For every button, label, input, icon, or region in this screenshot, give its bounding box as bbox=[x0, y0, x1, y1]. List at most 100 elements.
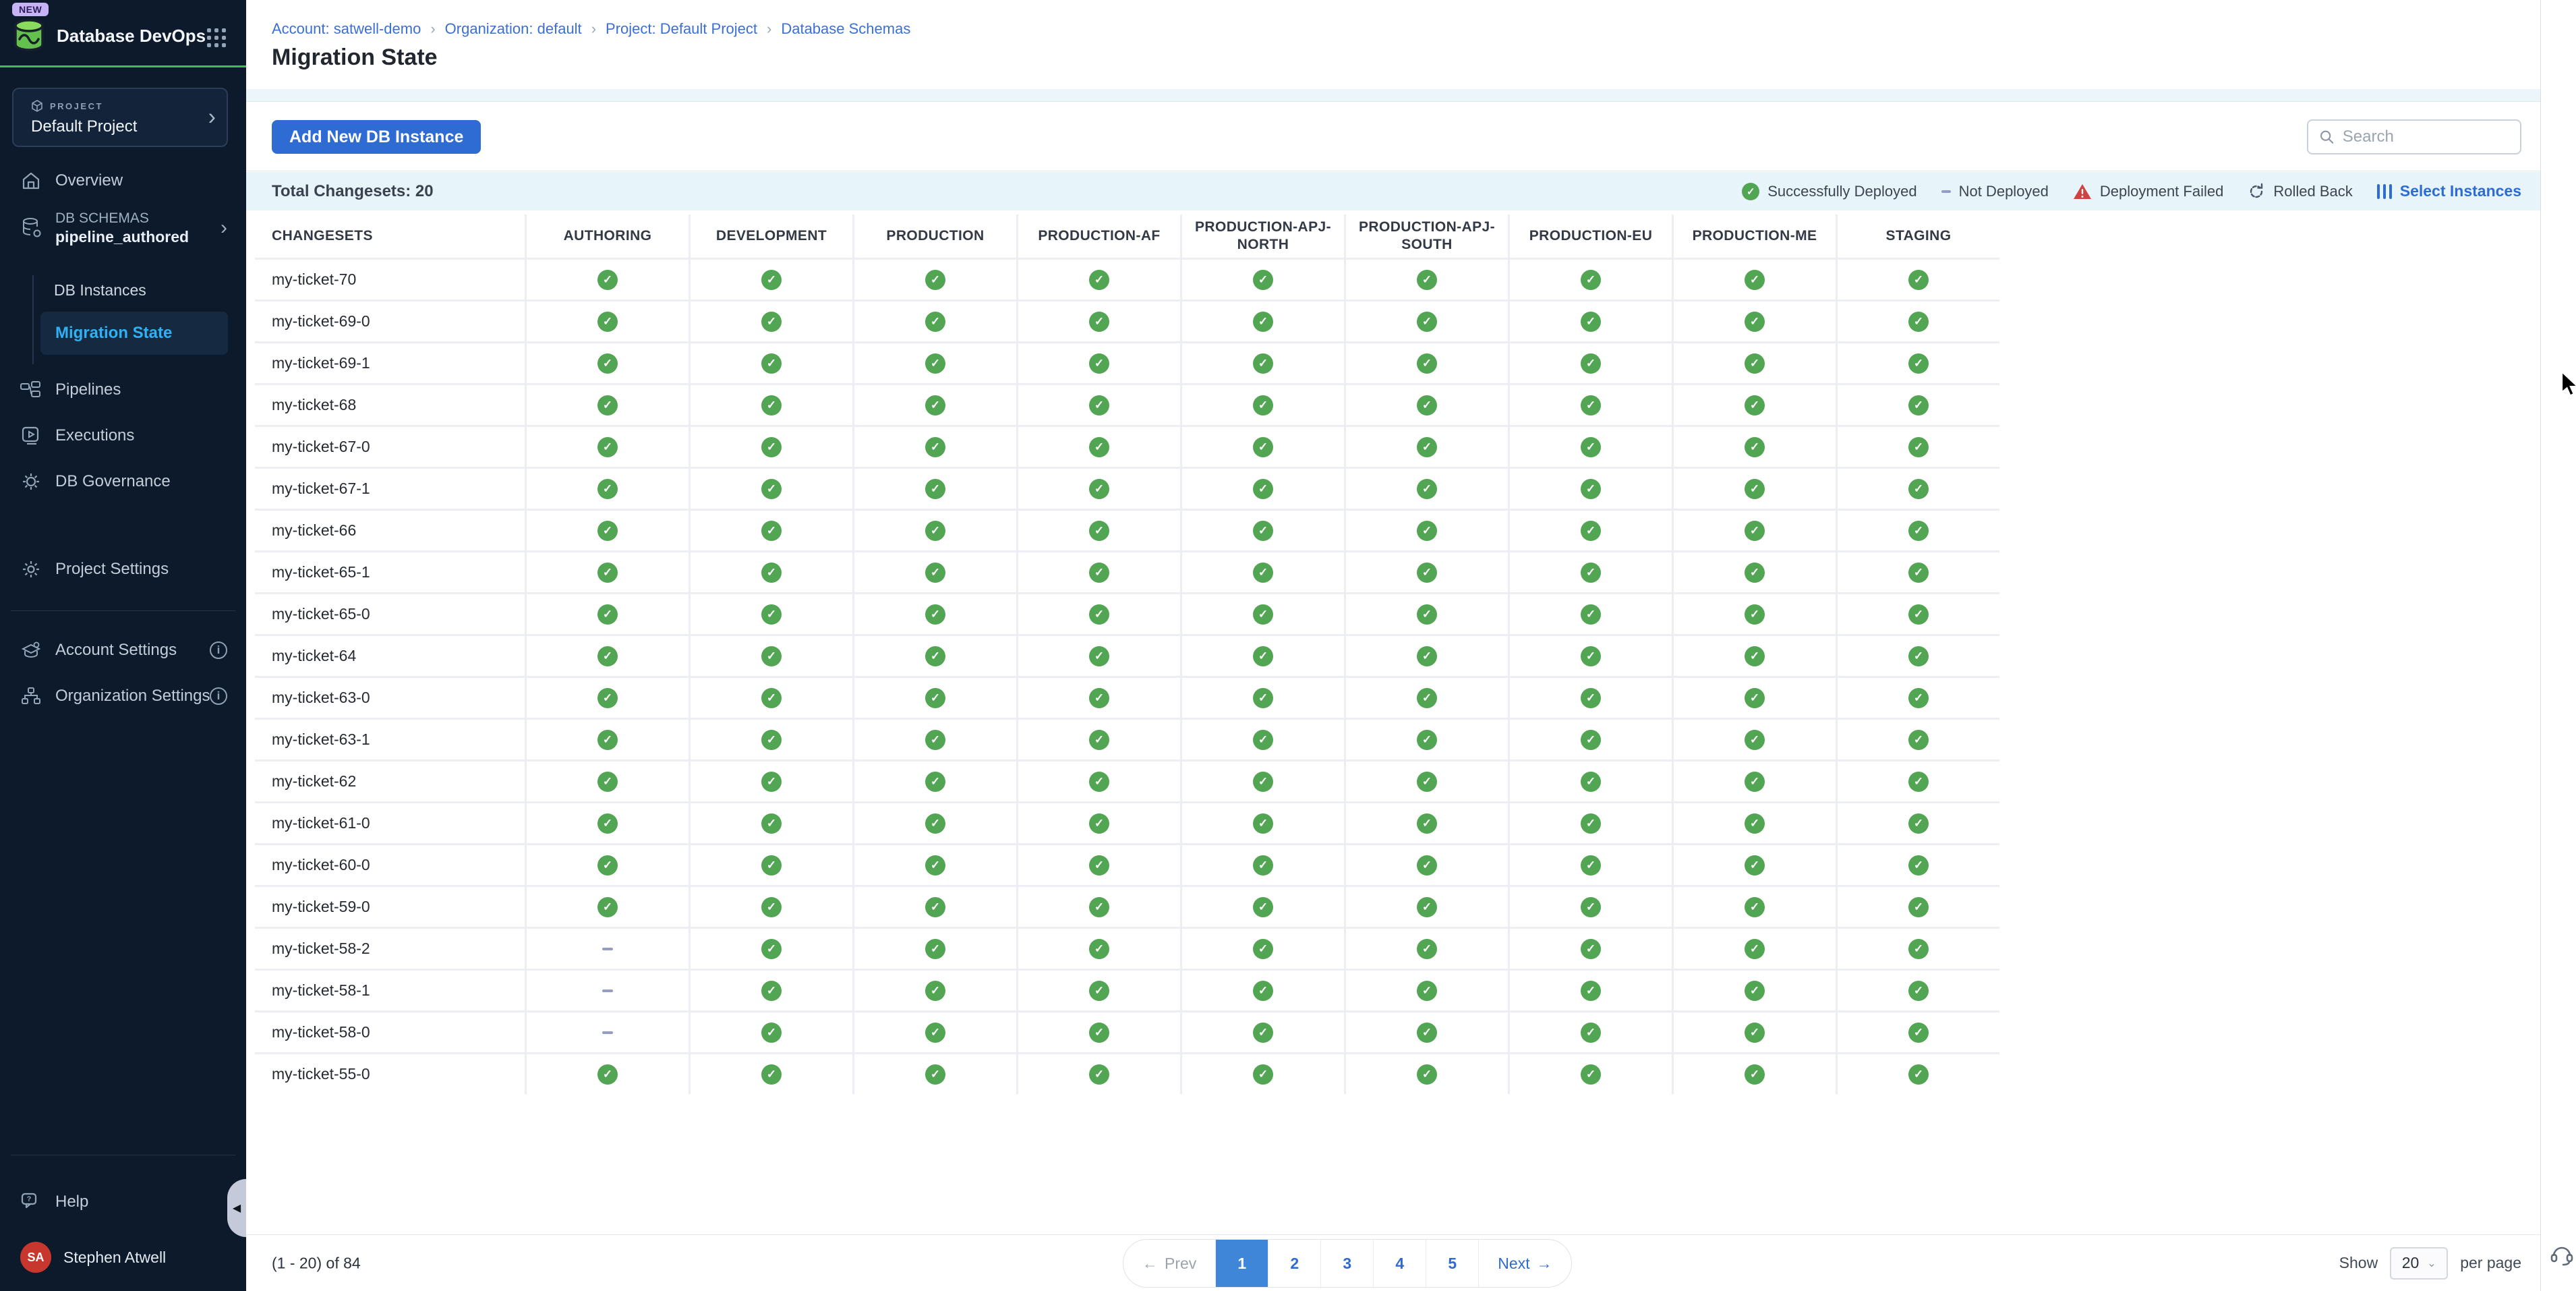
info-icon[interactable]: i bbox=[210, 687, 227, 705]
info-icon[interactable]: i bbox=[210, 641, 227, 659]
page-button-1[interactable]: 1 bbox=[1215, 1240, 1268, 1287]
column-header: STAGING bbox=[1838, 214, 1999, 258]
status-cell: ✓ bbox=[1510, 469, 1672, 509]
success-badge-icon: ✓ bbox=[925, 813, 945, 834]
column-header: AUTHORING bbox=[527, 214, 689, 258]
success-badge-icon: ✓ bbox=[1742, 183, 1759, 200]
status-cell: ✓ bbox=[854, 971, 1016, 1010]
success-badge-icon: ✓ bbox=[1581, 312, 1601, 332]
add-new-db-instance-button[interactable]: Add New DB Instance bbox=[272, 120, 481, 154]
sidebar-item-help[interactable]: ? Help bbox=[0, 1184, 246, 1220]
status-cell: ✓ bbox=[691, 469, 852, 509]
status-cell: ✓ bbox=[1346, 343, 1508, 383]
success-badge-icon: ✓ bbox=[1417, 813, 1437, 834]
success-badge-icon: ✓ bbox=[761, 563, 782, 583]
sidebar-item-db-governance[interactable]: DB Governance bbox=[0, 464, 246, 499]
prev-page-button[interactable]: ← Prev bbox=[1123, 1240, 1215, 1287]
sidebar-item-executions[interactable]: Executions bbox=[0, 418, 246, 453]
sidebar-item-label: Executions bbox=[55, 426, 134, 445]
status-cell: ✓ bbox=[1510, 803, 1672, 843]
status-cell: ✓ bbox=[691, 678, 852, 718]
status-cell: ✓ bbox=[1346, 636, 1508, 676]
changeset-name: my-ticket-55-0 bbox=[255, 1054, 525, 1094]
success-badge-icon: ✓ bbox=[597, 730, 618, 750]
sidebar-item-overview[interactable]: Overview bbox=[0, 163, 246, 198]
success-badge-icon: ✓ bbox=[1089, 270, 1109, 290]
status-cell: ✓ bbox=[691, 260, 852, 299]
success-badge-icon: ✓ bbox=[1253, 688, 1273, 708]
page-button-2[interactable]: 2 bbox=[1268, 1240, 1320, 1287]
status-cell: ✓ bbox=[1838, 678, 1999, 718]
sidebar-collapse-handle[interactable]: ◀ bbox=[227, 1179, 246, 1237]
page-button-5[interactable]: 5 bbox=[1426, 1240, 1478, 1287]
success-badge-icon: ✓ bbox=[1089, 1064, 1109, 1085]
status-cell: ✓ bbox=[1182, 678, 1344, 718]
page-button-3[interactable]: 3 bbox=[1320, 1240, 1373, 1287]
status-cell: ✓ bbox=[1838, 427, 1999, 467]
breadcrumb-link-account[interactable]: Account: satwell-demo bbox=[272, 20, 421, 38]
sidebar-item-organization-settings[interactable]: Organization Settings i bbox=[0, 679, 246, 714]
status-cell: ✓ bbox=[1838, 762, 1999, 801]
status-cell: ✓ bbox=[1510, 762, 1672, 801]
changeset-name: my-ticket-64 bbox=[255, 636, 525, 676]
search-input[interactable] bbox=[2343, 127, 2509, 146]
success-badge-icon: ✓ bbox=[1745, 604, 1765, 625]
success-badge-icon: ✓ bbox=[597, 270, 618, 290]
success-badge-icon: ✓ bbox=[1908, 353, 1929, 374]
status-cell: ✓ bbox=[1838, 845, 1999, 885]
sidebar-item-project-settings[interactable]: Project Settings bbox=[0, 552, 246, 587]
status-cell: ✓ bbox=[1346, 971, 1508, 1010]
select-instances-button[interactable]: Select Instances bbox=[2377, 182, 2521, 200]
success-badge-icon: ✓ bbox=[1745, 312, 1765, 332]
show-label: Show bbox=[2339, 1254, 2378, 1272]
success-badge-icon: ✓ bbox=[597, 312, 618, 332]
success-badge-icon: ✓ bbox=[597, 353, 618, 374]
breadcrumb-link-organization[interactable]: Organization: default bbox=[445, 20, 582, 38]
sidebar-item-migration-state[interactable]: Migration State bbox=[40, 312, 228, 355]
sidebar-item-account-settings[interactable]: Account Settings i bbox=[0, 633, 246, 668]
breadcrumb: Account: satwell-demo› Organization: def… bbox=[272, 20, 910, 38]
success-badge-icon: ✓ bbox=[597, 604, 618, 625]
page-button-4[interactable]: 4 bbox=[1373, 1240, 1426, 1287]
sidebar-item-db-schemas[interactable]: DB SCHEMAS pipeline_authored › bbox=[0, 200, 246, 256]
search-box[interactable] bbox=[2307, 119, 2521, 154]
success-badge-icon: ✓ bbox=[597, 437, 618, 457]
success-badge-icon: ✓ bbox=[1908, 521, 1929, 541]
toolbar: Add New DB Instance bbox=[246, 103, 2540, 171]
sidebar-item-pipelines[interactable]: Pipelines bbox=[0, 372, 246, 407]
status-cell: ✓ bbox=[1510, 302, 1672, 341]
status-cell: ✓ bbox=[1182, 803, 1344, 843]
success-badge-icon: ✓ bbox=[597, 688, 618, 708]
rollback-icon bbox=[2248, 183, 2265, 200]
pipelines-icon bbox=[20, 381, 42, 399]
status-cell: ✓ bbox=[1018, 260, 1180, 299]
gear-icon bbox=[20, 560, 42, 579]
not-deployed-dash-icon bbox=[1941, 190, 1951, 193]
success-badge-icon: ✓ bbox=[1253, 981, 1273, 1001]
support-headset-icon[interactable] bbox=[2548, 1241, 2575, 1268]
success-badge-icon: ✓ bbox=[761, 479, 782, 499]
breadcrumb-link-project[interactable]: Project: Default Project bbox=[606, 20, 757, 38]
status-cell: ✓ bbox=[1838, 929, 1999, 969]
status-cell: ✓ bbox=[1346, 552, 1508, 592]
success-badge-icon: ✓ bbox=[1417, 604, 1437, 625]
next-page-button[interactable]: Next → bbox=[1478, 1240, 1571, 1287]
success-badge-icon: ✓ bbox=[1908, 855, 1929, 876]
success-badge-icon: ✓ bbox=[597, 563, 618, 583]
sidebar-item-db-instances[interactable]: DB Instances bbox=[54, 275, 229, 305]
status-cell: ✓ bbox=[1838, 260, 1999, 299]
app-switcher-icon[interactable] bbox=[207, 28, 226, 47]
status-legend: ✓ Successfully Deployed Not Deployed Dep… bbox=[1742, 172, 2521, 210]
status-cell: ✓ bbox=[1674, 887, 1836, 927]
status-cell: ✓ bbox=[1346, 385, 1508, 425]
page-size-select[interactable]: 20 ⌄ bbox=[2390, 1247, 2448, 1280]
next-label: Next bbox=[1498, 1255, 1529, 1273]
success-badge-icon: ✓ bbox=[1581, 395, 1601, 415]
success-badge-icon: ✓ bbox=[1253, 855, 1273, 876]
status-cell: ✓ bbox=[1838, 511, 1999, 550]
breadcrumb-link-database-schemas[interactable]: Database Schemas bbox=[781, 20, 910, 38]
project-selector[interactable]: PROJECT Default Project › bbox=[12, 88, 228, 147]
user-menu[interactable]: SA Stephen Atwell bbox=[0, 1240, 246, 1275]
success-badge-icon: ✓ bbox=[1908, 813, 1929, 834]
success-badge-icon: ✓ bbox=[761, 855, 782, 876]
